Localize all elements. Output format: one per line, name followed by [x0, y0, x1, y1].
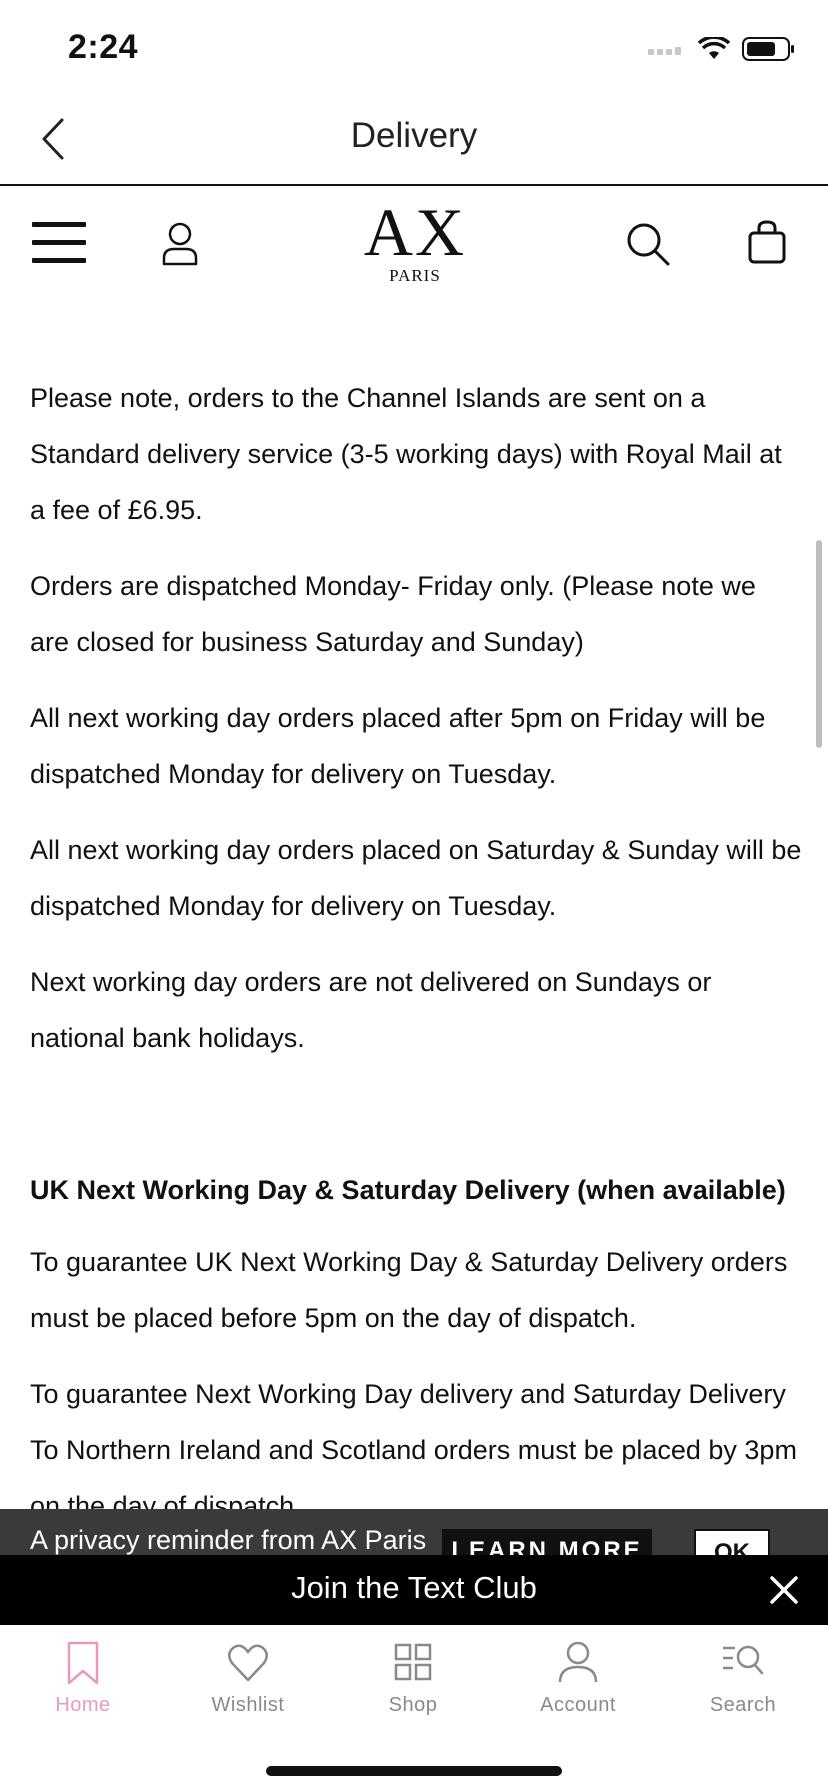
text-club-close-button[interactable]: [762, 1568, 806, 1612]
search-list-icon: [723, 1645, 764, 1675]
section-heading: UK Next Working Day & Saturday Delivery …: [30, 1175, 786, 1205]
menu-button[interactable]: [32, 220, 86, 269]
user-icon: [162, 222, 198, 266]
shopping-bag-icon: [748, 220, 786, 264]
bag-button[interactable]: [748, 220, 786, 269]
tab-label: Shop: [388, 1694, 438, 1716]
brand-logo[interactable]: AX PARIS: [340, 194, 490, 286]
close-icon: [770, 1576, 798, 1604]
privacy-text: A privacy reminder from AX Paris: [30, 1525, 427, 1555]
tab-label: Home: [55, 1694, 111, 1716]
ok-button[interactable]: OK: [694, 1529, 770, 1555]
signal-icon: [648, 47, 681, 55]
delivery-content: Please note, orders to the Channel Islan…: [30, 370, 802, 1510]
content-paragraph: Next working day orders are not delivere…: [30, 967, 712, 1053]
status-bar: 2:24: [0, 0, 828, 96]
grid-icon: [394, 1643, 432, 1681]
logo-mark: AX: [363, 194, 467, 270]
text-club-bar[interactable]: Join the Text Club: [0, 1555, 828, 1625]
search-button[interactable]: [626, 222, 670, 271]
person-icon: [558, 1641, 598, 1683]
scrollbar[interactable]: [816, 540, 822, 748]
tab-label: Account: [540, 1694, 616, 1716]
wifi-icon: [698, 37, 730, 59]
site-nav: AX PARIS: [0, 186, 828, 296]
app-header: Delivery: [0, 96, 828, 186]
content-paragraph: All next working day orders placed after…: [30, 703, 766, 789]
learn-more-button[interactable]: LEARN MORE: [442, 1529, 652, 1555]
search-icon: [627, 223, 670, 266]
content-paragraph: Please note, orders to the Channel Islan…: [30, 383, 782, 525]
privacy-banner: A privacy reminder from AX Paris LEARN M…: [0, 1509, 828, 1555]
page-title: Delivery: [350, 116, 478, 155]
content-paragraph: To guarantee UK Next Working Day & Satur…: [30, 1247, 788, 1333]
status-icons: [646, 36, 796, 62]
battery-icon: [742, 37, 794, 61]
tab-shop[interactable]: Shop: [330, 1640, 496, 1740]
content-paragraph: Orders are dispatched Monday- Friday onl…: [30, 571, 756, 657]
tab-label: Search: [709, 1694, 777, 1716]
status-time: 2:24: [68, 28, 139, 66]
tab-wishlist[interactable]: Wishlist: [165, 1640, 331, 1740]
tab-home[interactable]: Home: [0, 1640, 166, 1740]
tab-account[interactable]: Account: [495, 1640, 661, 1740]
heart-icon: [228, 1644, 268, 1682]
bookmark-icon: [67, 1641, 99, 1685]
content-paragraph: To guarantee Next Working Day delivery a…: [30, 1379, 797, 1510]
tab-search[interactable]: Search: [660, 1640, 826, 1740]
home-indicator: [266, 1766, 562, 1776]
content-paragraph: All next working day orders placed on Sa…: [30, 835, 802, 921]
logo-sub: PARIS: [389, 266, 441, 285]
tab-label: Wishlist: [211, 1694, 285, 1716]
account-button[interactable]: [160, 222, 200, 271]
text-club-label: Join the Text Club: [291, 1570, 537, 1605]
hamburger-icon: [32, 222, 86, 263]
